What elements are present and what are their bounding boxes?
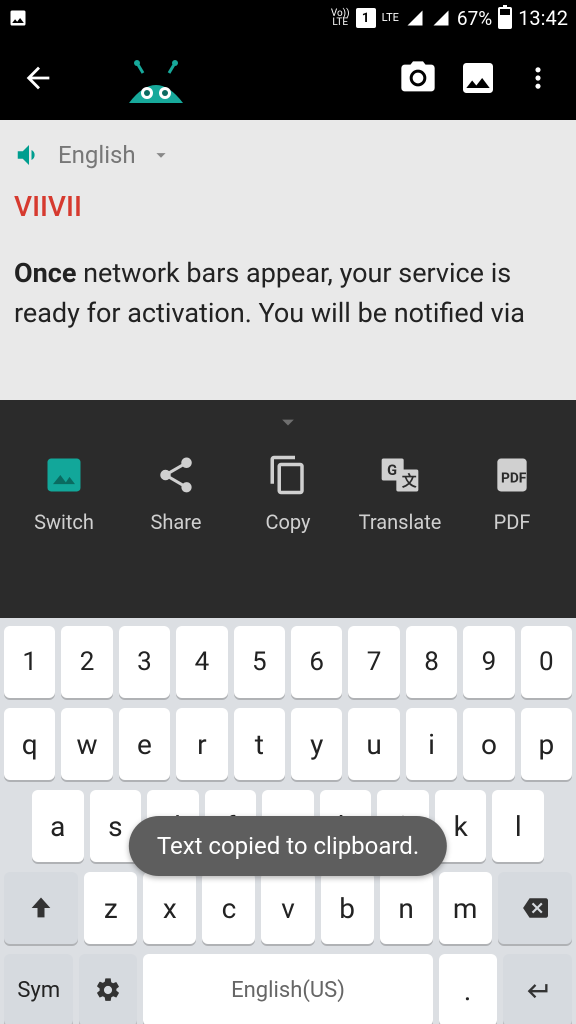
toast: Text copied to clipboard. [129,816,447,876]
key-t[interactable]: t [234,708,285,780]
key-v[interactable]: v [261,872,314,944]
pdf-label: PDF [494,510,531,534]
switch-action[interactable]: Switch [14,450,114,534]
kb-row-2: qwertyuiop [4,708,572,780]
kb-row-5: Sym English(US) . [4,954,572,1024]
status-bar: Vo)) LTE 1 LTE 67% 13:42 [0,0,576,36]
key-n[interactable]: n [380,872,433,944]
translate-label: Translate [359,510,442,534]
battery-icon [498,7,512,29]
key-p[interactable]: p [521,708,572,780]
key-w[interactable]: w [61,708,112,780]
signal-icon-2 [431,9,451,27]
settings-key[interactable] [79,954,137,1024]
clock: 13:42 [518,6,568,30]
speaker-icon[interactable] [14,140,44,170]
key-1[interactable]: 1 [4,626,55,698]
lte-indicator: LTE [382,13,399,23]
key-u[interactable]: u [348,708,399,780]
camera-button[interactable] [396,56,440,100]
shift-key[interactable] [4,872,78,944]
switch-icon [42,453,86,497]
key-8[interactable]: 8 [406,626,457,698]
share-label: Share [151,510,202,534]
copy-icon [267,454,309,496]
overflow-menu-button[interactable] [516,56,560,100]
share-icon [155,454,197,496]
key-i[interactable]: i [406,708,457,780]
pdf-icon: PDF [490,453,534,497]
share-action[interactable]: Share [126,450,226,534]
kb-row-1: 1234567890 [4,626,572,698]
switch-label: Switch [34,510,94,534]
key-r[interactable]: r [176,708,227,780]
key-y[interactable]: y [291,708,342,780]
language-label: English [58,141,136,169]
key-2[interactable]: 2 [61,626,112,698]
pdf-action[interactable]: PDF PDF [462,450,562,534]
key-0[interactable]: 0 [521,626,572,698]
key-x[interactable]: x [143,872,196,944]
result-body: Once network bars appear, your service i… [14,253,562,333]
space-key[interactable]: English(US) [143,954,432,1024]
translate-icon: G文 [378,453,422,497]
key-o[interactable]: o [463,708,514,780]
keyboard: 1234567890 qwertyuiop asdfghjkl zxcvbnm … [0,618,576,1024]
key-5[interactable]: 5 [234,626,285,698]
translate-action[interactable]: G文 Translate [350,450,450,534]
collapse-handle[interactable] [0,400,576,440]
key-z[interactable]: z [84,872,137,944]
body-rest: network bars appear, your service is rea… [14,257,525,329]
key-q[interactable]: q [4,708,55,780]
enter-key[interactable] [503,954,572,1024]
gear-icon [94,976,122,1004]
result-heading: VIIVII [14,190,562,223]
battery-percent: 67% [457,7,492,30]
period-key[interactable]: . [439,954,497,1024]
key-l[interactable]: l [492,790,544,862]
language-selector[interactable]: English [14,134,562,184]
sim-indicator: 1 [356,8,376,28]
key-c[interactable]: c [202,872,255,944]
svg-text:文: 文 [402,472,417,490]
svg-text:PDF: PDF [501,470,527,486]
back-button[interactable] [16,56,60,100]
key-7[interactable]: 7 [348,626,399,698]
backspace-key[interactable] [498,872,572,944]
key-e[interactable]: e [119,708,170,780]
key-m[interactable]: m [439,872,492,944]
first-word: Once [14,257,76,289]
key-9[interactable]: 9 [463,626,514,698]
app-logo [116,53,196,103]
sym-key[interactable]: Sym [4,954,73,1024]
signal-icon [405,9,425,27]
copy-action[interactable]: Copy [238,450,338,534]
key-3[interactable]: 3 [119,626,170,698]
kb-row-4: zxcvbnm [4,872,572,944]
content-area: English VIIVII Once network bars appear,… [0,120,576,400]
action-panel: Switch Share Copy G文 Translate PDF PDF [0,400,576,618]
key-b[interactable]: b [321,872,374,944]
key-a[interactable]: a [32,790,84,862]
copy-label: Copy [265,510,310,534]
volte-indicator: Vo)) LTE [331,9,350,27]
key-6[interactable]: 6 [291,626,342,698]
svg-text:G: G [387,461,397,479]
dropdown-icon [150,144,172,166]
picture-icon [8,8,28,28]
app-bar [0,36,576,120]
gallery-button[interactable] [456,56,500,100]
key-4[interactable]: 4 [176,626,227,698]
